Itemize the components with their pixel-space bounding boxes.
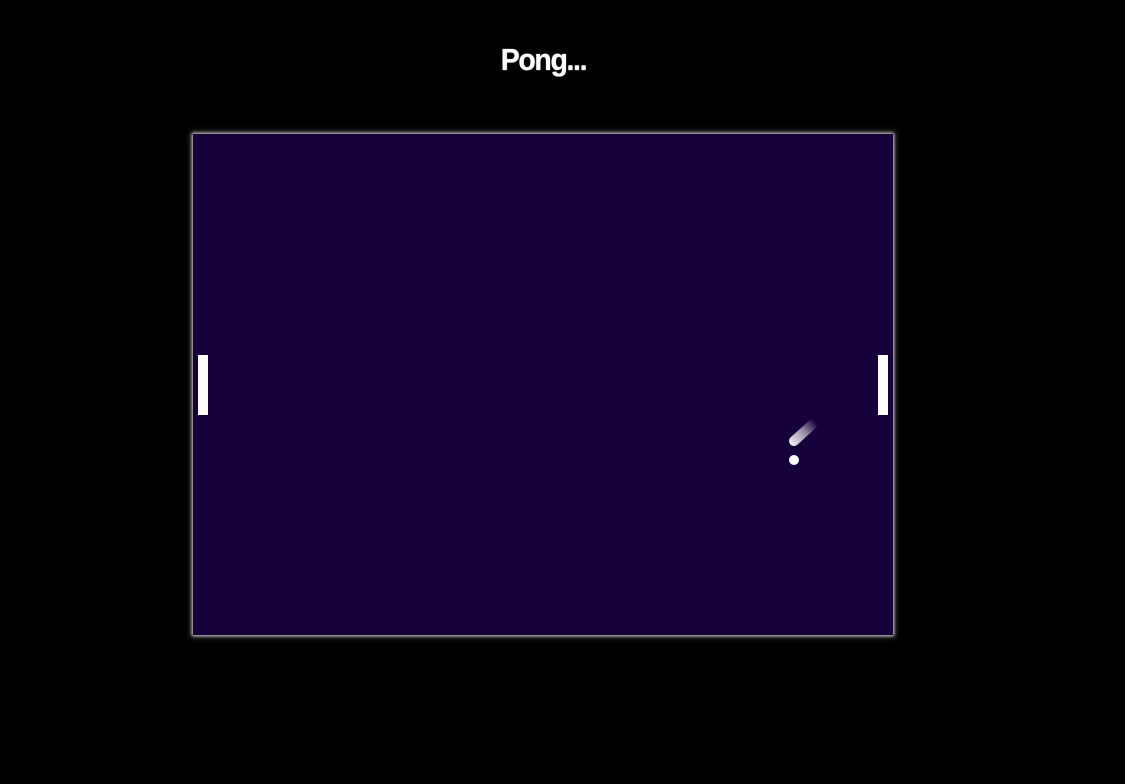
game-title: Pong... [500, 42, 588, 77]
ball [789, 455, 799, 465]
game-board[interactable] [193, 134, 893, 635]
ball-motion-trail [786, 417, 819, 449]
left-paddle[interactable] [198, 355, 208, 415]
right-paddle [878, 355, 888, 415]
